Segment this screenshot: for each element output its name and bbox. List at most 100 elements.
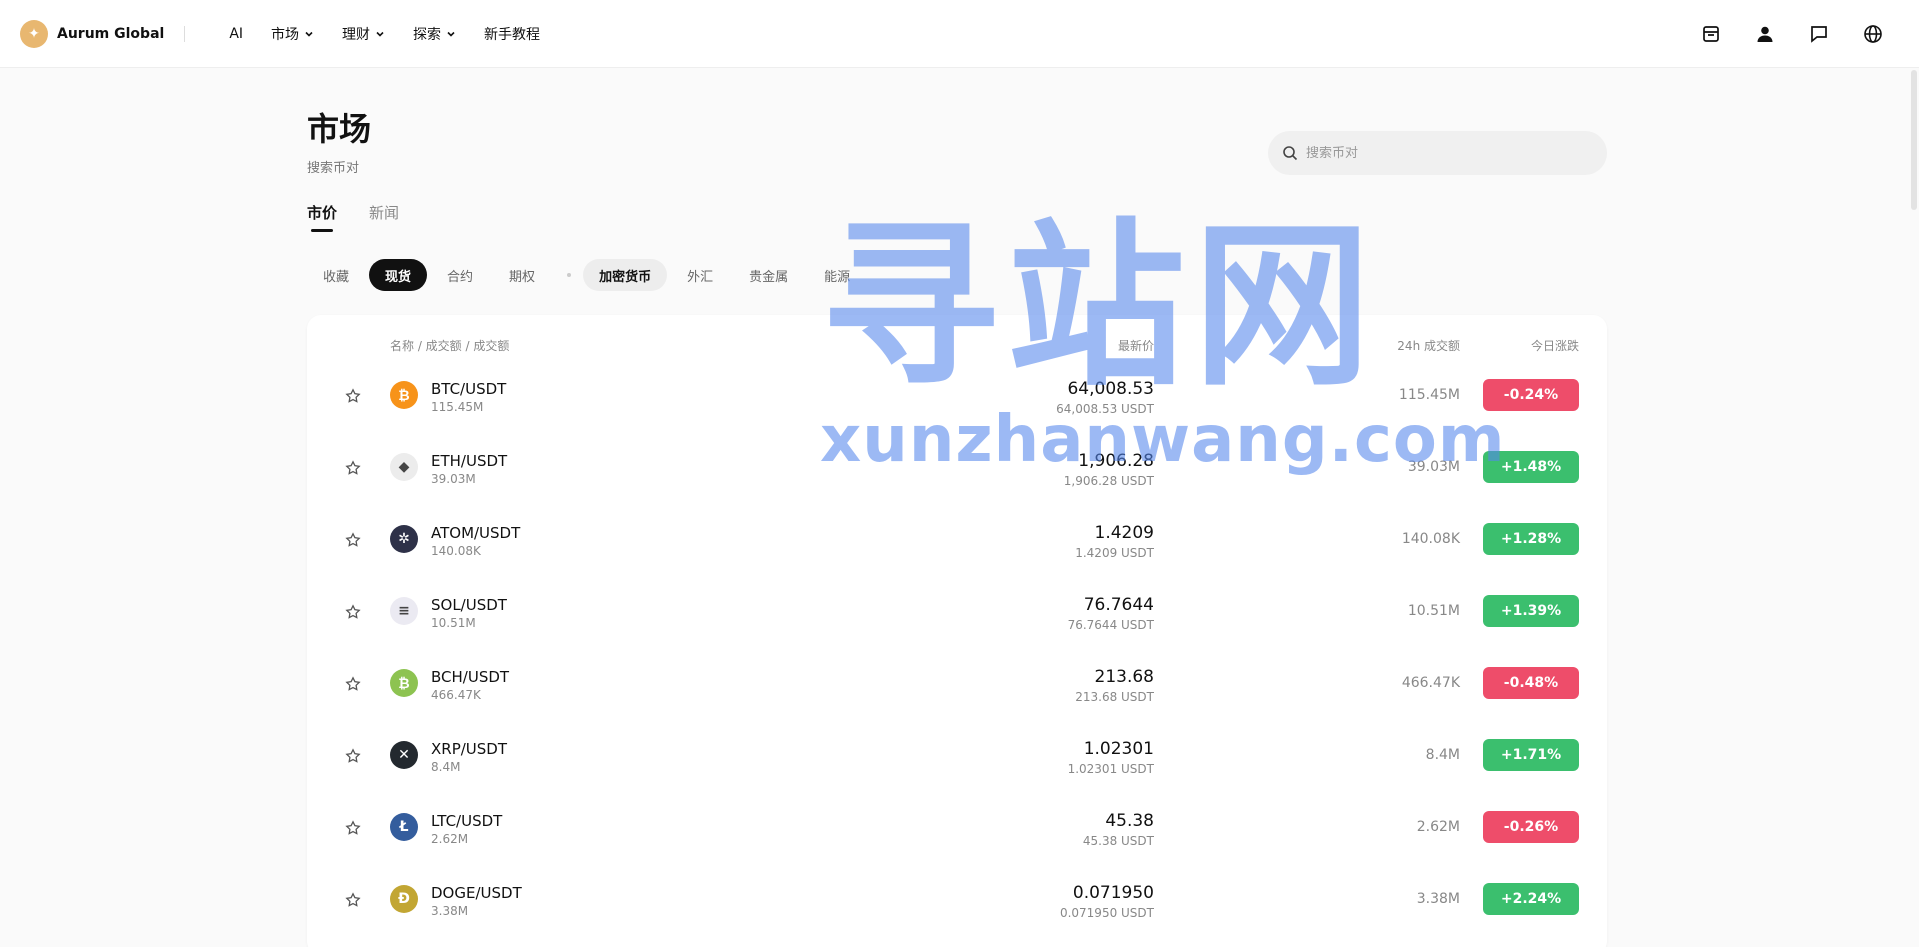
search-icon [1283,146,1298,161]
favorite-star-icon[interactable] [345,748,361,764]
pair-name[interactable]: SOL/USDT [431,596,507,614]
tab-1[interactable]: 新闻 [369,202,399,232]
filter-chip-0[interactable]: 收藏 [307,259,365,291]
favorite-star-icon[interactable] [345,892,361,908]
header-volume: 24h 成交额 [1397,339,1460,353]
change-badge[interactable]: +1.48% [1483,451,1579,483]
table-row[interactable]: Ð DOGE/USDT 3.38M 0.071950 0.071950 USDT 3.38… [307,863,1607,935]
last-price-usdt: 213.68 USDT [1075,690,1154,704]
favorite-star-icon[interactable] [345,388,361,404]
last-price: 1.02301 [1083,739,1154,759]
pair-name[interactable]: DOGE/USDT [431,884,522,902]
pair-name[interactable]: BTC/USDT [431,380,506,398]
doge-coin-icon: Ð [390,885,418,913]
favorite-star-icon[interactable] [345,820,361,836]
pair-volume: 2.62M [431,832,469,846]
nav-item-2[interactable]: 理财 [342,24,385,44]
table-row[interactable]: ✕ XRP/USDT 8.4M 1.02301 1.02301 USDT 8.4M +1.7… [307,719,1607,791]
filter-chip-7[interactable]: 能源 [808,259,866,291]
search-input[interactable] [1306,145,1586,161]
chevron-down-icon [370,29,385,39]
top-navigation-bar: ✦ Aurum Global AI 市场 理财 探索 新手教程 [0,0,1919,68]
favorite-star-icon[interactable] [345,460,361,476]
nav-item-label: 市场 [271,26,300,43]
last-price-usdt: 1.4209 USDT [1075,546,1154,560]
last-price-usdt: 1.02301 USDT [1067,762,1154,776]
last-price: 64,008.53 [1067,379,1154,399]
search-box[interactable] [1268,131,1607,175]
pair-name[interactable]: BCH/USDT [431,668,509,686]
nav-item-4[interactable]: 新手教程 [484,24,540,44]
brand[interactable]: ✦ Aurum Global [20,19,165,48]
coin-glyph: ◆ [398,459,410,475]
last-price-usdt: 76.7644 USDT [1067,618,1154,632]
filter-chip-2[interactable]: 合约 [431,259,489,291]
filter-chip-1[interactable]: 现货 [369,259,428,291]
favorite-star-icon[interactable] [345,676,361,692]
pair-volume: 8.4M [431,760,461,774]
pair-volume: 10.51M [431,616,476,630]
filter-chip-5[interactable]: 外汇 [671,259,729,291]
volume-24h: 466.47K [1401,675,1460,691]
ltc-coin-icon: Ł [390,813,418,841]
pair-volume: 39.03M [431,472,476,486]
atom-coin-icon: ✲ [390,525,418,553]
xrp-coin-icon: ✕ [390,741,418,769]
nav-item-0[interactable]: AI [229,26,243,42]
favorite-star-icon[interactable] [345,532,361,548]
nav-item-label: 新手教程 [484,26,541,43]
table-row[interactable]: ₿ BCH/USDT 466.47K 213.68 213.68 USDT 466.47K… [307,647,1607,719]
table-row[interactable]: ◆ ETH/USDT 39.03M 1,906.28 1,906.28 USDT 39.0… [307,431,1607,503]
brand-name: Aurum Global [57,25,165,42]
coin-glyph: Ð [398,891,410,907]
user-icon[interactable] [1753,22,1777,46]
volume-24h: 115.45M [1398,387,1460,403]
last-price: 1.4209 [1094,523,1154,543]
change-badge[interactable]: -0.24% [1483,379,1579,411]
coin-glyph: Ł [399,819,409,835]
category-chips: 收藏 现货 合约 期权 加密货币 外汇 贵金属 能源 [307,259,870,291]
filter-chip-4[interactable]: 加密货币 [583,259,668,291]
message-icon[interactable] [1807,22,1831,46]
pair-name[interactable]: XRP/USDT [431,740,507,758]
change-badge[interactable]: -0.48% [1483,667,1579,699]
chip-separator [567,273,572,277]
table-header: 名称 / 成交额 / 成交额 最新价 24h 成交额 今日涨跌 [307,337,1607,357]
pair-name[interactable]: LTC/USDT [431,812,502,830]
change-badge[interactable]: -0.26% [1483,811,1579,843]
volume-24h: 8.4M [1425,747,1460,763]
filter-chip-6[interactable]: 贵金属 [733,259,804,291]
header-name: 名称 / 成交额 / 成交额 [390,339,510,353]
eth-coin-icon: ◆ [390,453,418,481]
last-price-usdt: 45.38 USDT [1082,834,1154,848]
tab-0[interactable]: 市价 [307,202,337,232]
change-badge[interactable]: +1.28% [1483,523,1579,555]
volume-24h: 140.08K [1401,531,1460,547]
pair-name[interactable]: ETH/USDT [431,452,507,470]
globe-icon[interactable] [1861,22,1885,46]
change-badge[interactable]: +1.71% [1483,739,1579,771]
table-row[interactable]: Ł LTC/USDT 2.62M 45.38 45.38 USDT 2.62M -0.26% [307,791,1607,863]
last-price: 76.7644 [1083,595,1154,615]
nav-item-1[interactable]: 市场 [271,24,314,44]
nav-item-label: 理财 [342,26,371,43]
nav-item-label: 探索 [413,26,442,43]
favorite-star-icon[interactable] [345,604,361,620]
pair-name[interactable]: ATOM/USDT [431,524,520,542]
change-badge[interactable]: +1.39% [1483,595,1579,627]
last-price: 45.38 [1105,811,1154,831]
change-badge[interactable]: +2.24% [1483,883,1579,915]
main-nav: AI 市场 理财 探索 新手教程 [229,24,568,44]
inbox-icon[interactable] [1699,22,1723,46]
header-actions [1669,22,1885,46]
brand-logo-icon: ✦ [20,19,48,48]
page-scrollbar[interactable] [1911,70,1917,210]
table-row[interactable]: ₿ BTC/USDT 115.45M 64,008.53 64,008.53 USDT 1… [307,359,1607,431]
filter-chip-3[interactable]: 期权 [493,259,551,291]
chevron-down-icon [299,29,314,39]
table-row[interactable]: ≡ SOL/USDT 10.51M 76.7644 76.7644 USDT 10.51M… [307,575,1607,647]
nav-item-3[interactable]: 探索 [413,24,456,44]
table-row[interactable]: ✲ ATOM/USDT 140.08K 1.4209 1.4209 USDT 140.08… [307,503,1607,575]
market-table: 名称 / 成交额 / 成交额 最新价 24h 成交额 今日涨跌 ₿ BTC/USD… [307,315,1607,947]
market-tabs: 市价 新闻 [307,202,431,232]
